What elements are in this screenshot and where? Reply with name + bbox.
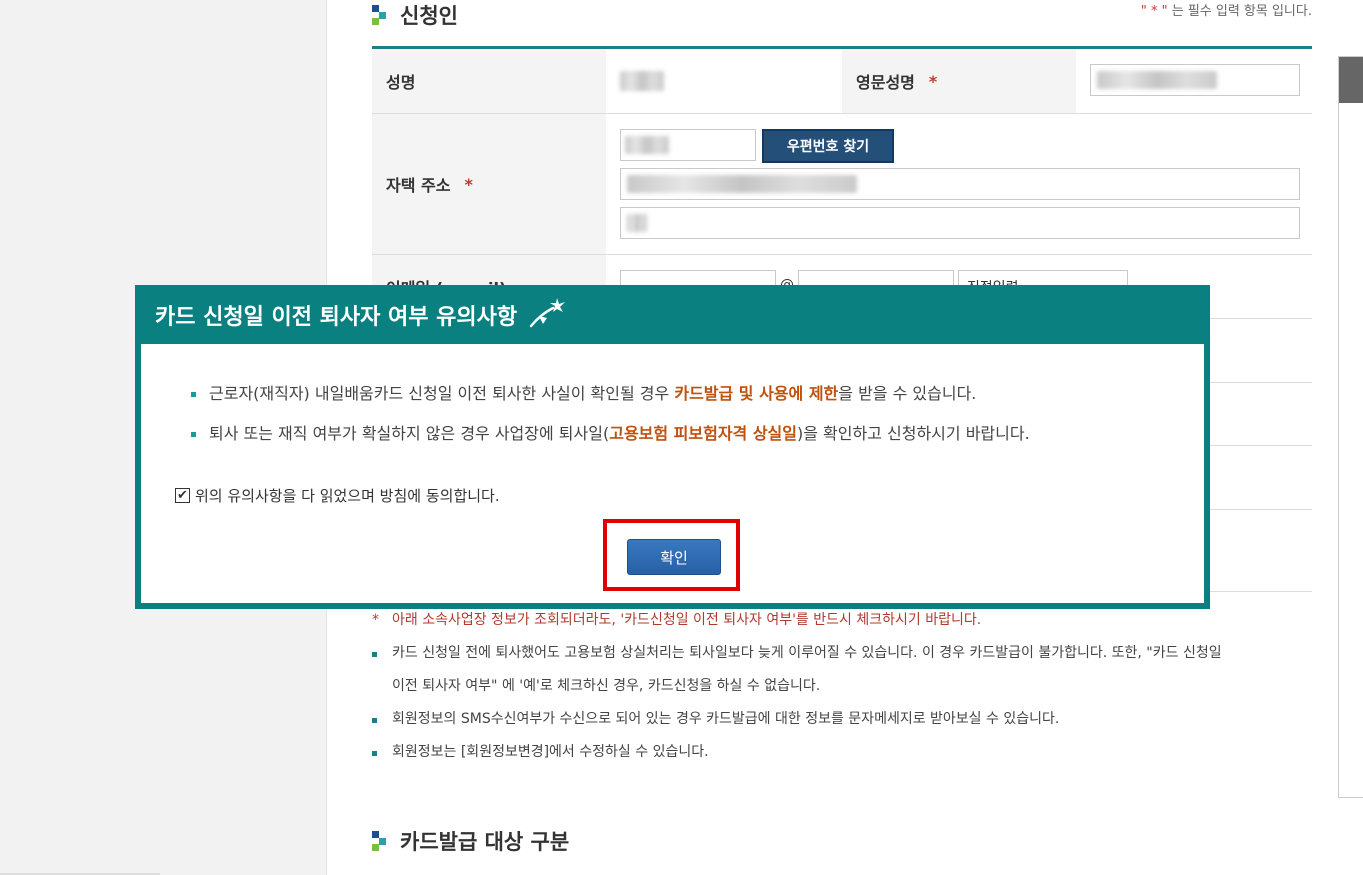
address-line2-input[interactable] (620, 207, 1300, 239)
eng-name-input[interactable] (1090, 64, 1300, 96)
modal-body: 근로자(재직자) 내일배움카드 신청일 이전 퇴사한 사실이 확인될 경우 카드… (141, 344, 1204, 603)
agree-checkbox-row[interactable]: ✔ 위의 유의사항을 다 읽었으며 방침에 동의합니다. (175, 485, 500, 506)
eng-name-label: 영문성명 * (842, 49, 1076, 113)
applicant-form-table: 성명 영문성명* 자택 주소* 우편번호 찾기 이메일 (e-mail) (372, 46, 1312, 592)
address-row: 자택 주소 * 우편번호 찾기 (372, 114, 1312, 255)
list-item: 카드 신청일 전에 퇴사했어도 고용보험 상실처리는 퇴사일보다 늦게 이루어질… (372, 637, 1312, 670)
name-value-blurred (620, 71, 664, 91)
card-section-title: 카드발급 대상 구분 (372, 826, 569, 856)
list-item: 회원정보의 SMS수신여부가 수신으로 되어 있는 경우 카드발급에 대한 정보… (372, 703, 1312, 736)
sparkle-icon (527, 294, 567, 336)
address-line1-input[interactable] (620, 168, 1300, 200)
required-note: " * " 는 필수 입력 항목 입니다. (1140, 4, 1312, 19)
agree-label: 위의 유의사항을 다 읽었으며 방침에 동의합니다. (195, 487, 500, 505)
notice-modal: 카드 신청일 이전 퇴사자 여부 유의사항 근로자(재직자) 내일배움카드 신청… (135, 285, 1210, 609)
address-label: 자택 주소 * (372, 114, 606, 254)
list-item: 회원정보는 [회원정보변경]에서 수정하실 수 있습니다. (372, 736, 1312, 769)
zipcode-input[interactable] (620, 129, 756, 161)
list-item: 근로자(재직자) 내일배움카드 신청일 이전 퇴사한 사실이 확인될 경우 카드… (191, 374, 1030, 414)
list-item: 이전 퇴사자 여부" 에 '예'로 체크하신 경우, 카드신청을 하실 수 없습… (392, 678, 821, 694)
notice-list: * 아래 소속사업장 정보가 조회되더라도, '카드신청일 이전 퇴사자 여부'를… (372, 604, 1312, 769)
zipcode-search-button[interactable]: 우편번호 찾기 (762, 129, 894, 163)
section-bullet-icon (372, 831, 386, 851)
agree-checkbox[interactable]: ✔ (175, 488, 190, 503)
right-floating-panel[interactable] (1338, 56, 1363, 798)
modal-notice-list: 근로자(재직자) 내일배움카드 신청일 이전 퇴사한 사실이 확인될 경우 카드… (191, 374, 1030, 454)
modal-title: 카드 신청일 이전 퇴사자 여부 유의사항 (155, 304, 518, 330)
confirm-button[interactable]: 확인 (627, 539, 721, 575)
applicant-section-title: 신청인 (372, 0, 458, 30)
modal-header: 카드 신청일 이전 퇴사자 여부 유의사항 (141, 285, 1204, 344)
name-label: 성명 (372, 49, 606, 113)
name-row: 성명 영문성명 * (372, 49, 1312, 114)
section-bullet-icon (372, 5, 386, 25)
list-item: 퇴사 또는 재직 여부가 확실하지 않은 경우 사업장에 퇴사일(고용보험 피보… (191, 414, 1030, 454)
panel-header (1339, 57, 1363, 103)
confirm-highlight-frame: 확인 (603, 519, 740, 591)
